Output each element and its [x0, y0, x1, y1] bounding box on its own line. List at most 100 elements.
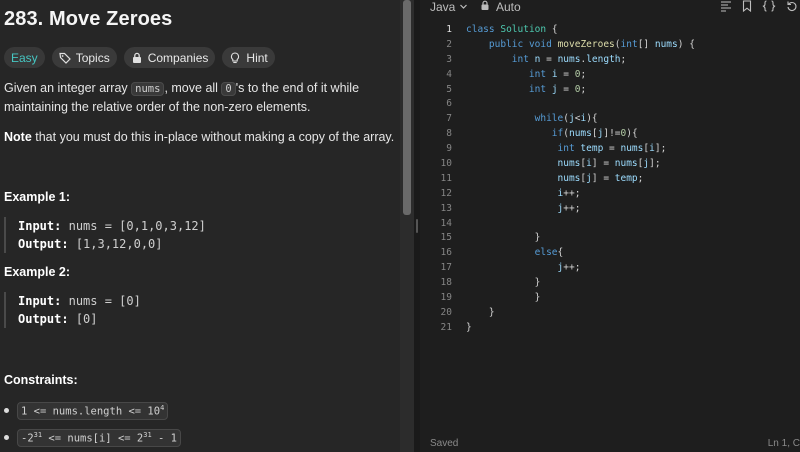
line-number: 19 [440, 292, 452, 304]
inline-code: 0 [221, 82, 236, 96]
save-status: Saved [430, 438, 459, 449]
code-line[interactable]: 6 [420, 97, 800, 112]
code-text: i++; [557, 187, 581, 199]
auto-mode-toggle[interactable]: Auto [480, 0, 521, 14]
line-number: 12 [440, 187, 452, 199]
example-2-title: Example 2: [4, 265, 71, 279]
code-text: } [466, 232, 541, 244]
code-line[interactable]: 18 } [420, 276, 800, 291]
line-number: 17 [440, 262, 452, 274]
cursor-position: Ln 1, C [767, 438, 800, 449]
code-text: else{ [534, 247, 564, 259]
code-area[interactable]: 1 class Solution { 2 public void moveZeroe… [420, 23, 800, 336]
code-text: nums[j] = temp; [557, 172, 644, 184]
code-line[interactable]: 13 j++; [420, 202, 800, 217]
difficulty-label: Easy [11, 50, 38, 65]
problem-tags: Easy Topics Companies Hint [4, 47, 275, 68]
code-text: class Solution { [466, 24, 558, 35]
editor-tools [720, 0, 800, 12]
example-1-block: Input: nums = [0,1,0,3,12] Output: [1,3,… [4, 217, 384, 253]
scrollbar-thumb[interactable] [403, 0, 411, 215]
reset-icon[interactable] [786, 0, 798, 12]
code-line[interactable]: 2 public void moveZeroes(int[] nums) { [420, 38, 800, 53]
line-number: 9 [446, 143, 452, 155]
line-number: 20 [440, 306, 452, 318]
difficulty-badge[interactable]: Easy [4, 47, 45, 68]
problem-panel: 283. Move Zeroes Easy Topics Companies H… [0, 0, 400, 452]
code-text: if(nums[j]!=0){ [551, 128, 638, 140]
code-line[interactable]: 19 } [420, 291, 800, 306]
line-number: 3 [446, 53, 452, 65]
constraint-item: 1 <= nums.length <= 104 [4, 402, 169, 420]
braces-icon[interactable] [762, 0, 776, 12]
line-number: 15 [440, 232, 452, 244]
desc-text: Given an integer array [4, 81, 132, 95]
code-line[interactable]: 11 nums[j] = temp; [420, 172, 800, 187]
line-number: 11 [440, 172, 452, 184]
note-label: Note [4, 130, 32, 144]
hint-label: Hint [246, 50, 268, 65]
constraint-item: -231 <= nums[i] <= 231 - 1 [4, 429, 181, 447]
example-1-title: Example 1: [4, 190, 71, 204]
line-number: 5 [446, 83, 452, 95]
constraint-text: <= nums[i] <= 2 [42, 432, 144, 445]
constraints-title: Constraints: [4, 373, 78, 387]
code-line[interactable]: 15 } [420, 231, 800, 246]
description-scrollbar[interactable] [400, 0, 414, 452]
constraint-text: - 1 [151, 432, 177, 445]
editor-status-bar: Saved Ln 1, C [420, 436, 800, 452]
lock-icon [131, 52, 143, 64]
code-text: nums[i] = nums[j]; [557, 158, 661, 170]
line-number: 4 [446, 68, 452, 80]
code-text: } [466, 321, 472, 333]
code-line[interactable]: 8 if(nums[j]!=0){ [420, 127, 800, 142]
code-line[interactable]: 16 else{ [420, 246, 800, 261]
desc-text: , move all [164, 81, 222, 95]
language-select[interactable]: Java [430, 0, 468, 14]
code-line[interactable]: 4 int i = 0; [420, 68, 800, 83]
lightbulb-icon [229, 51, 241, 64]
hint-button[interactable]: Hint [222, 47, 275, 68]
code-line[interactable]: 10 nums[i] = nums[j]; [420, 157, 800, 172]
input-label: Input: [18, 294, 62, 308]
bookmark-icon[interactable] [742, 0, 752, 12]
code-text: int j = 0; [528, 83, 587, 95]
code-line[interactable]: 7 while(j<i){ [420, 112, 800, 127]
output-label: Output: [18, 237, 69, 251]
companies-label: Companies [147, 50, 209, 65]
input-value: nums = [0] [68, 294, 141, 308]
description-paragraph: Given an integer array nums, move all 0 '… [4, 79, 396, 116]
divider-grip[interactable] [416, 219, 418, 233]
auto-label: Auto [496, 0, 521, 14]
code-line[interactable]: 14 [420, 217, 800, 232]
constraint-text: -2 [21, 432, 34, 445]
problem-title: 283. Move Zeroes [4, 8, 173, 30]
code-line[interactable]: 21} [420, 321, 800, 336]
code-text: j++; [557, 202, 581, 214]
code-text: int temp = nums[i]; [557, 143, 667, 155]
constraint-exponent: 31 [33, 431, 43, 439]
line-number: 13 [440, 202, 452, 214]
code-line[interactable]: 12 i++; [420, 187, 800, 202]
language-label: Java [430, 0, 456, 14]
line-number: 2 [446, 38, 452, 50]
code-line[interactable]: 3 int n = nums.length; [420, 53, 800, 68]
editor-toolbar: Java Auto [420, 0, 800, 18]
format-icon[interactable] [720, 0, 732, 12]
inline-code: nums [131, 82, 165, 96]
code-text: } [466, 292, 541, 304]
line-number: 18 [440, 277, 452, 289]
tag-icon [59, 52, 71, 64]
line-number: 1 [446, 24, 452, 35]
code-line[interactable]: 1 class Solution { [420, 23, 800, 38]
code-line[interactable]: 20 } [420, 306, 800, 321]
bullet [4, 408, 9, 414]
topics-label: Topics [75, 50, 110, 65]
code-text: } [466, 277, 541, 289]
code-line[interactable]: 9 int temp = nums[i]; [420, 142, 800, 157]
code-line[interactable]: 17 j++; [420, 261, 800, 276]
line-number: 16 [440, 247, 452, 259]
companies-button[interactable]: Companies [123, 47, 216, 68]
topics-button[interactable]: Topics [51, 47, 117, 68]
code-line[interactable]: 5 int j = 0; [420, 83, 800, 98]
